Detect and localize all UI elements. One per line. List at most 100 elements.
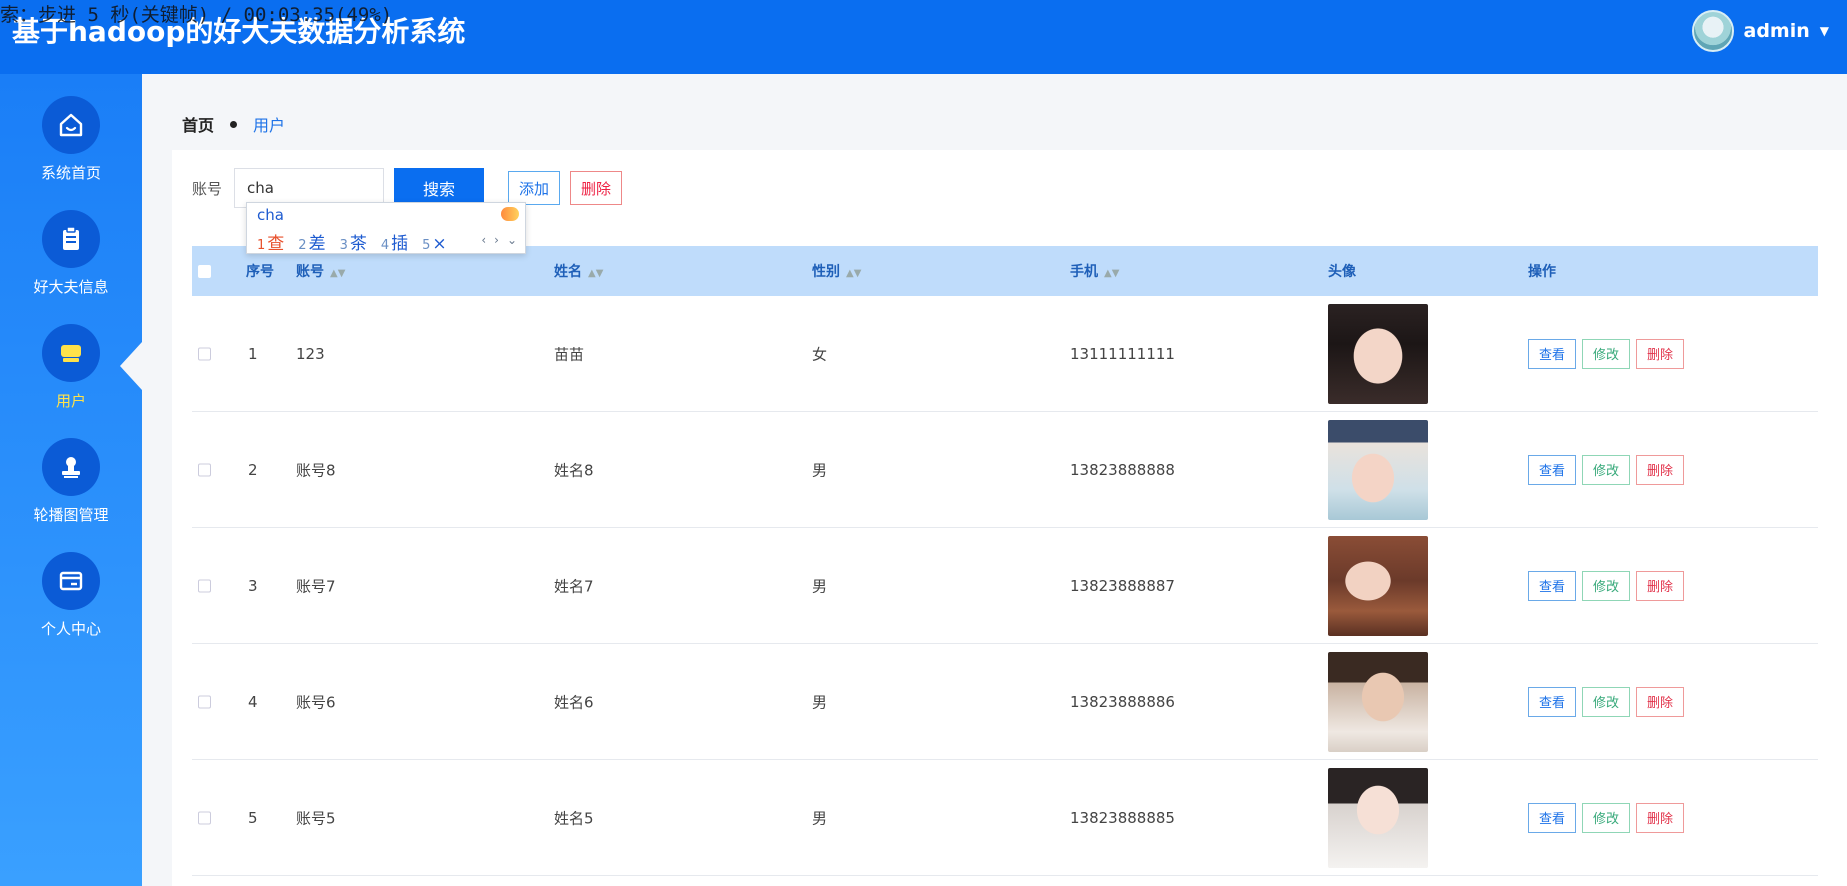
sidebar-item-home[interactable]: 系统首页 (0, 96, 142, 206)
cell-name: 姓名7 (554, 577, 594, 595)
view-button[interactable]: 查看 (1528, 338, 1576, 369)
ime-logo-icon (501, 207, 519, 221)
add-button[interactable]: 添加 (508, 171, 561, 205)
row-checkbox[interactable] (198, 463, 211, 476)
edit-button[interactable]: 修改 (1582, 338, 1630, 369)
edit-button[interactable]: 修改 (1582, 802, 1630, 833)
row-checkbox[interactable] (198, 695, 211, 708)
main-content: 首页 用户 账号 搜索 添加 删除 cha 1查 2差 3茶 4插 5× ‹ › (142, 74, 1847, 886)
cell-index: 1 (248, 344, 258, 363)
ime-candidate[interactable]: 1查 (257, 229, 284, 254)
delete-button[interactable]: 删除 (1636, 454, 1684, 485)
edit-button[interactable]: 修改 (1582, 570, 1630, 601)
chevron-left-icon[interactable]: ‹ (481, 233, 486, 247)
delete-button[interactable]: 删除 (1636, 686, 1684, 717)
chevron-down-icon[interactable]: ▼ (1820, 24, 1829, 38)
breadcrumb-separator (230, 120, 238, 128)
table-row: 4 账号6 姓名6 男 13823888886 查看 修改 删除 (192, 644, 1818, 760)
cell-phone: 13823888886 (1070, 692, 1175, 711)
ime-candidate[interactable]: 5 × (422, 234, 447, 254)
table-row: 5 账号5 姓名5 男 13823888885 查看 修改 删除 (192, 760, 1818, 876)
avatar-photo (1328, 535, 1428, 636)
cell-name: 苗苗 (554, 345, 585, 363)
cell-account: 账号5 (296, 809, 336, 827)
column-gender[interactable]: 性别 ▲▼ (812, 261, 861, 281)
cell-account: 账号8 (296, 461, 336, 479)
column-name[interactable]: 姓名 ▲▼ (554, 261, 603, 281)
delete-button[interactable]: 删除 (1636, 338, 1684, 369)
view-button[interactable]: 查看 (1528, 570, 1576, 601)
sidebar-item-label: 系统首页 (40, 164, 101, 182)
user-avatar[interactable] (1691, 10, 1734, 52)
cell-phone: 13111111111 (1070, 344, 1175, 363)
view-button[interactable]: 查看 (1528, 802, 1576, 833)
column-actions: 操作 (1528, 264, 1556, 280)
sidebar-item-label: 个人中心 (40, 620, 101, 638)
table-row: 1 123 苗苗 女 13111111111 查看 修改 删除 (192, 296, 1818, 412)
avatar-photo (1328, 767, 1428, 868)
users-table: 序号 账号 ▲▼ 姓名 ▲▼ 性别 ▲▼ 手机 ▲▼ 头像 操作 1 123 苗苗 女 … (192, 246, 1818, 876)
breadcrumb: 首页 用户 (182, 112, 285, 136)
user-menu[interactable]: admin ▼ (1691, 10, 1829, 52)
username[interactable]: admin (1744, 20, 1810, 42)
sort-icon: ▲▼ (330, 268, 346, 279)
breadcrumb-home[interactable]: 首页 (182, 112, 214, 136)
sort-icon: ▲▼ (588, 268, 604, 279)
chevron-right-icon[interactable]: › (494, 233, 499, 247)
row-checkbox[interactable] (198, 579, 211, 592)
content-panel: 账号 搜索 添加 删除 cha 1查 2差 3茶 4插 5× ‹ › ⌄ (172, 150, 1847, 886)
ime-candidate[interactable]: 2差 (298, 229, 325, 254)
breadcrumb-current: 用户 (253, 116, 286, 135)
sort-icon: ▲▼ (846, 268, 862, 279)
edit-button[interactable]: 修改 (1582, 454, 1630, 485)
sidebar-item-profile[interactable]: 个人中心 (0, 552, 142, 662)
delete-button[interactable]: 删除 (1636, 570, 1684, 601)
avatar-photo (1328, 303, 1428, 404)
sidebar-item-label: 用户 (55, 392, 86, 410)
cell-gender: 女 (812, 345, 828, 363)
column-index: 序号 (246, 264, 274, 280)
cell-phone: 13823888887 (1070, 576, 1175, 595)
cell-account: 123 (296, 344, 325, 363)
sidebar: 系统首页 好大夫信息 用户 轮播图管理 个人中心 (0, 74, 142, 886)
row-actions: 查看 修改 删除 (1528, 802, 1684, 833)
edit-button[interactable]: 修改 (1582, 686, 1630, 717)
bulk-delete-button[interactable]: 删除 (570, 171, 623, 205)
ime-candidate-popup: cha 1查 2差 3茶 4插 5 × ‹ › ⌄ (246, 202, 526, 254)
cell-account: 账号6 (296, 693, 336, 711)
row-actions: 查看 修改 删除 (1528, 338, 1684, 369)
sidebar-item-doctor-info[interactable]: 好大夫信息 (0, 210, 142, 320)
cell-gender: 男 (812, 461, 828, 479)
cell-gender: 男 (812, 577, 828, 595)
view-button[interactable]: 查看 (1528, 454, 1576, 485)
cell-gender: 男 (812, 809, 828, 827)
chevron-down-icon[interactable]: ⌄ (507, 233, 517, 247)
card-icon (42, 552, 100, 610)
select-all-checkbox[interactable] (198, 264, 211, 278)
view-button[interactable]: 查看 (1528, 686, 1576, 717)
sidebar-item-carousel[interactable]: 轮播图管理 (0, 438, 142, 548)
cell-name: 姓名5 (554, 809, 594, 827)
top-header: 基于hadoop的好大夫数据分析系统 索：步进 5 秒(关键帧) / 00:03… (0, 0, 1847, 74)
cell-name: 姓名8 (554, 461, 594, 479)
table-row: 2 账号8 姓名8 男 13823888888 查看 修改 删除 (192, 412, 1818, 528)
active-indicator (120, 342, 142, 390)
ime-page-nav[interactable]: ‹ › ⌄ (481, 233, 517, 247)
cell-index: 3 (248, 576, 258, 595)
cell-phone: 13823888888 (1070, 460, 1175, 479)
home-icon (42, 96, 100, 154)
row-checkbox[interactable] (198, 811, 211, 824)
row-actions: 查看 修改 删除 (1528, 686, 1684, 717)
row-checkbox[interactable] (198, 347, 211, 360)
sort-icon: ▲▼ (1104, 268, 1120, 279)
ime-candidate[interactable]: 3茶 (340, 229, 367, 254)
cell-gender: 男 (812, 693, 828, 711)
cell-index: 4 (248, 692, 258, 711)
ime-candidate[interactable]: 4插 (381, 229, 408, 254)
cell-name: 姓名6 (554, 693, 594, 711)
avatar-photo (1328, 419, 1428, 520)
cell-account: 账号7 (296, 577, 336, 595)
column-account[interactable]: 账号 ▲▼ (296, 261, 345, 281)
column-phone[interactable]: 手机 ▲▼ (1070, 261, 1119, 281)
delete-button[interactable]: 删除 (1636, 802, 1684, 833)
